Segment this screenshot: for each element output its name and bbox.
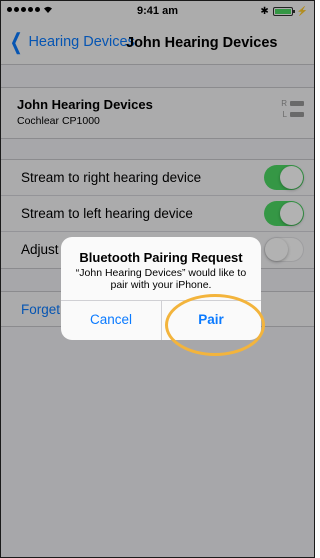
cancel-button[interactable]: Cancel bbox=[61, 300, 161, 340]
alert-message: “John Hearing Devices” would like to pai… bbox=[75, 267, 247, 291]
pair-highlight-ring bbox=[165, 294, 265, 356]
alert-title: Bluetooth Pairing Request bbox=[79, 250, 243, 265]
phone-screen: 9:41 am ✱ ⚡ ❮ Hearing Devices John Heari… bbox=[0, 0, 315, 558]
